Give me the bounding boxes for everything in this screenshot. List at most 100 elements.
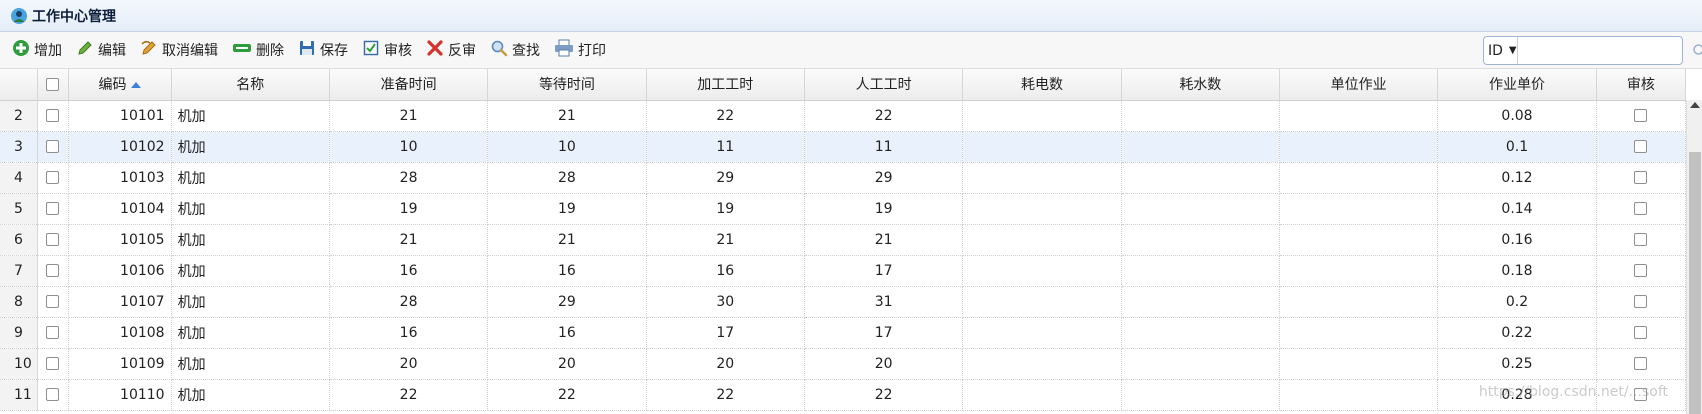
cell-process-hours[interactable]: 17 bbox=[646, 317, 805, 349]
row-select-checkbox[interactable] bbox=[46, 264, 60, 277]
vertical-scrollbar[interactable] bbox=[1686, 100, 1702, 414]
cell-process-hours[interactable]: 19 bbox=[646, 193, 805, 225]
cell-process-hours[interactable]: 30 bbox=[646, 286, 805, 318]
header-process-hours[interactable]: 加工工时 bbox=[646, 69, 805, 101]
cell-labor-hours[interactable]: 19 bbox=[804, 193, 964, 225]
scroll-up-arrow-icon[interactable] bbox=[1690, 102, 1700, 108]
header-audit[interactable]: 审核 bbox=[1596, 69, 1687, 101]
cell-prep-time[interactable]: 21 bbox=[329, 100, 489, 132]
row-select-checkbox[interactable] bbox=[46, 140, 60, 153]
cell-wait-time[interactable]: 22 bbox=[487, 379, 647, 411]
header-select-all[interactable] bbox=[37, 69, 69, 101]
cell-unit-operation[interactable] bbox=[1279, 317, 1439, 349]
cell-code[interactable]: 10109 bbox=[68, 348, 172, 380]
cell-prep-time[interactable]: 22 bbox=[329, 379, 489, 411]
row-select-checkbox[interactable] bbox=[46, 295, 60, 308]
cell-name[interactable]: 机加 bbox=[171, 224, 330, 256]
cell-labor-hours[interactable]: 31 bbox=[804, 286, 964, 318]
cell-name[interactable]: 机加 bbox=[171, 162, 330, 194]
cell-labor-hours[interactable]: 11 bbox=[804, 131, 964, 163]
delete-button[interactable]: 删除 bbox=[226, 37, 290, 63]
cell-unit-price[interactable]: 0.2 bbox=[1437, 286, 1597, 318]
header-code[interactable]: 编码 bbox=[68, 69, 172, 101]
cell-unit-operation[interactable] bbox=[1279, 193, 1439, 225]
cell-unit-operation[interactable] bbox=[1279, 286, 1439, 318]
cell-code[interactable]: 10110 bbox=[68, 379, 172, 411]
search-field-select[interactable]: ID ▼ bbox=[1484, 37, 1518, 64]
cell-wait-time[interactable]: 29 bbox=[487, 286, 647, 318]
cell-water[interactable] bbox=[1121, 348, 1280, 380]
cell-water[interactable] bbox=[1121, 193, 1280, 225]
cell-name[interactable]: 机加 bbox=[171, 317, 330, 349]
cell-prep-time[interactable]: 19 bbox=[329, 193, 489, 225]
add-button[interactable]: 增加 bbox=[6, 37, 68, 63]
cell-prep-time[interactable]: 10 bbox=[329, 131, 489, 163]
cell-process-hours[interactable]: 22 bbox=[646, 100, 805, 132]
cell-wait-time[interactable]: 21 bbox=[487, 224, 647, 256]
cell-unit-operation[interactable] bbox=[1279, 162, 1439, 194]
header-unit-operation[interactable]: 单位作业 bbox=[1279, 69, 1439, 101]
select-all-checkbox[interactable] bbox=[46, 77, 60, 91]
cell-water[interactable] bbox=[1121, 255, 1280, 287]
cell-labor-hours[interactable]: 22 bbox=[804, 379, 964, 411]
cell-unit-operation[interactable] bbox=[1279, 379, 1439, 411]
audit-checkbox[interactable] bbox=[1634, 264, 1648, 277]
row-select-checkbox[interactable] bbox=[46, 326, 60, 339]
row-select-checkbox[interactable] bbox=[46, 388, 60, 401]
row-select-checkbox[interactable] bbox=[46, 109, 60, 122]
cell-name[interactable]: 机加 bbox=[171, 255, 330, 287]
audit-checkbox[interactable] bbox=[1634, 357, 1648, 370]
cell-power[interactable] bbox=[962, 317, 1122, 349]
find-button[interactable]: 查找 bbox=[484, 37, 546, 63]
cell-name[interactable]: 机加 bbox=[171, 379, 330, 411]
cell-labor-hours[interactable]: 22 bbox=[804, 100, 964, 132]
header-labor-hours[interactable]: 人工工时 bbox=[804, 69, 964, 101]
cell-power[interactable] bbox=[962, 193, 1122, 225]
cell-power[interactable] bbox=[962, 131, 1122, 163]
cell-wait-time[interactable]: 16 bbox=[487, 255, 647, 287]
cell-unit-price[interactable]: 0.1 bbox=[1437, 131, 1597, 163]
table-row[interactable]: 2 10101 机加 21 21 22 22 0.08 bbox=[0, 100, 1687, 132]
audit-checkbox[interactable] bbox=[1634, 233, 1648, 246]
audit-checkbox[interactable] bbox=[1634, 326, 1648, 339]
cell-prep-time[interactable]: 20 bbox=[329, 348, 489, 380]
table-row[interactable]: 10 10109 机加 20 20 20 20 0.25 bbox=[0, 348, 1687, 380]
cell-code[interactable]: 10105 bbox=[68, 224, 172, 256]
cell-process-hours[interactable]: 20 bbox=[646, 348, 805, 380]
cell-water[interactable] bbox=[1121, 286, 1280, 318]
table-row[interactable]: 11 10110 机加 22 22 22 22 0.28 bbox=[0, 379, 1687, 411]
cell-process-hours[interactable]: 29 bbox=[646, 162, 805, 194]
cell-power[interactable] bbox=[962, 100, 1122, 132]
cancel-edit-button[interactable]: 取消编辑 bbox=[134, 37, 224, 63]
cell-labor-hours[interactable]: 29 bbox=[804, 162, 964, 194]
table-row[interactable]: 5 10104 机加 19 19 19 19 0.14 bbox=[0, 193, 1687, 225]
cell-unit-price[interactable]: 0.08 bbox=[1437, 100, 1597, 132]
edit-button[interactable]: 编辑 bbox=[70, 37, 132, 63]
cell-labor-hours[interactable]: 21 bbox=[804, 224, 964, 256]
cell-code[interactable]: 10103 bbox=[68, 162, 172, 194]
cell-water[interactable] bbox=[1121, 100, 1280, 132]
header-wait-time[interactable]: 等待时间 bbox=[487, 69, 647, 101]
cell-code[interactable]: 10104 bbox=[68, 193, 172, 225]
cell-wait-time[interactable]: 10 bbox=[487, 131, 647, 163]
search-icon[interactable] bbox=[1692, 38, 1702, 64]
cell-wait-time[interactable]: 19 bbox=[487, 193, 647, 225]
audit-checkbox[interactable] bbox=[1634, 295, 1648, 308]
cell-name[interactable]: 机加 bbox=[171, 348, 330, 380]
table-row[interactable]: 4 10103 机加 28 28 29 29 0.12 bbox=[0, 162, 1687, 194]
cell-process-hours[interactable]: 16 bbox=[646, 255, 805, 287]
cell-power[interactable] bbox=[962, 286, 1122, 318]
audit-checkbox[interactable] bbox=[1634, 202, 1648, 215]
cell-unit-price[interactable]: 0.22 bbox=[1437, 317, 1597, 349]
cell-power[interactable] bbox=[962, 162, 1122, 194]
print-button[interactable]: 打印 bbox=[548, 37, 612, 63]
cell-prep-time[interactable]: 28 bbox=[329, 286, 489, 318]
cell-code[interactable]: 10107 bbox=[68, 286, 172, 318]
audit-button[interactable]: 审核 bbox=[356, 37, 418, 63]
table-row[interactable]: 6 10105 机加 21 21 21 21 0.16 bbox=[0, 224, 1687, 256]
table-row[interactable]: 3 10102 机加 10 10 11 11 0.1 bbox=[0, 131, 1687, 163]
row-select-checkbox[interactable] bbox=[46, 233, 60, 246]
cell-name[interactable]: 机加 bbox=[171, 286, 330, 318]
header-water[interactable]: 耗水数 bbox=[1121, 69, 1280, 101]
cell-name[interactable]: 机加 bbox=[171, 131, 330, 163]
